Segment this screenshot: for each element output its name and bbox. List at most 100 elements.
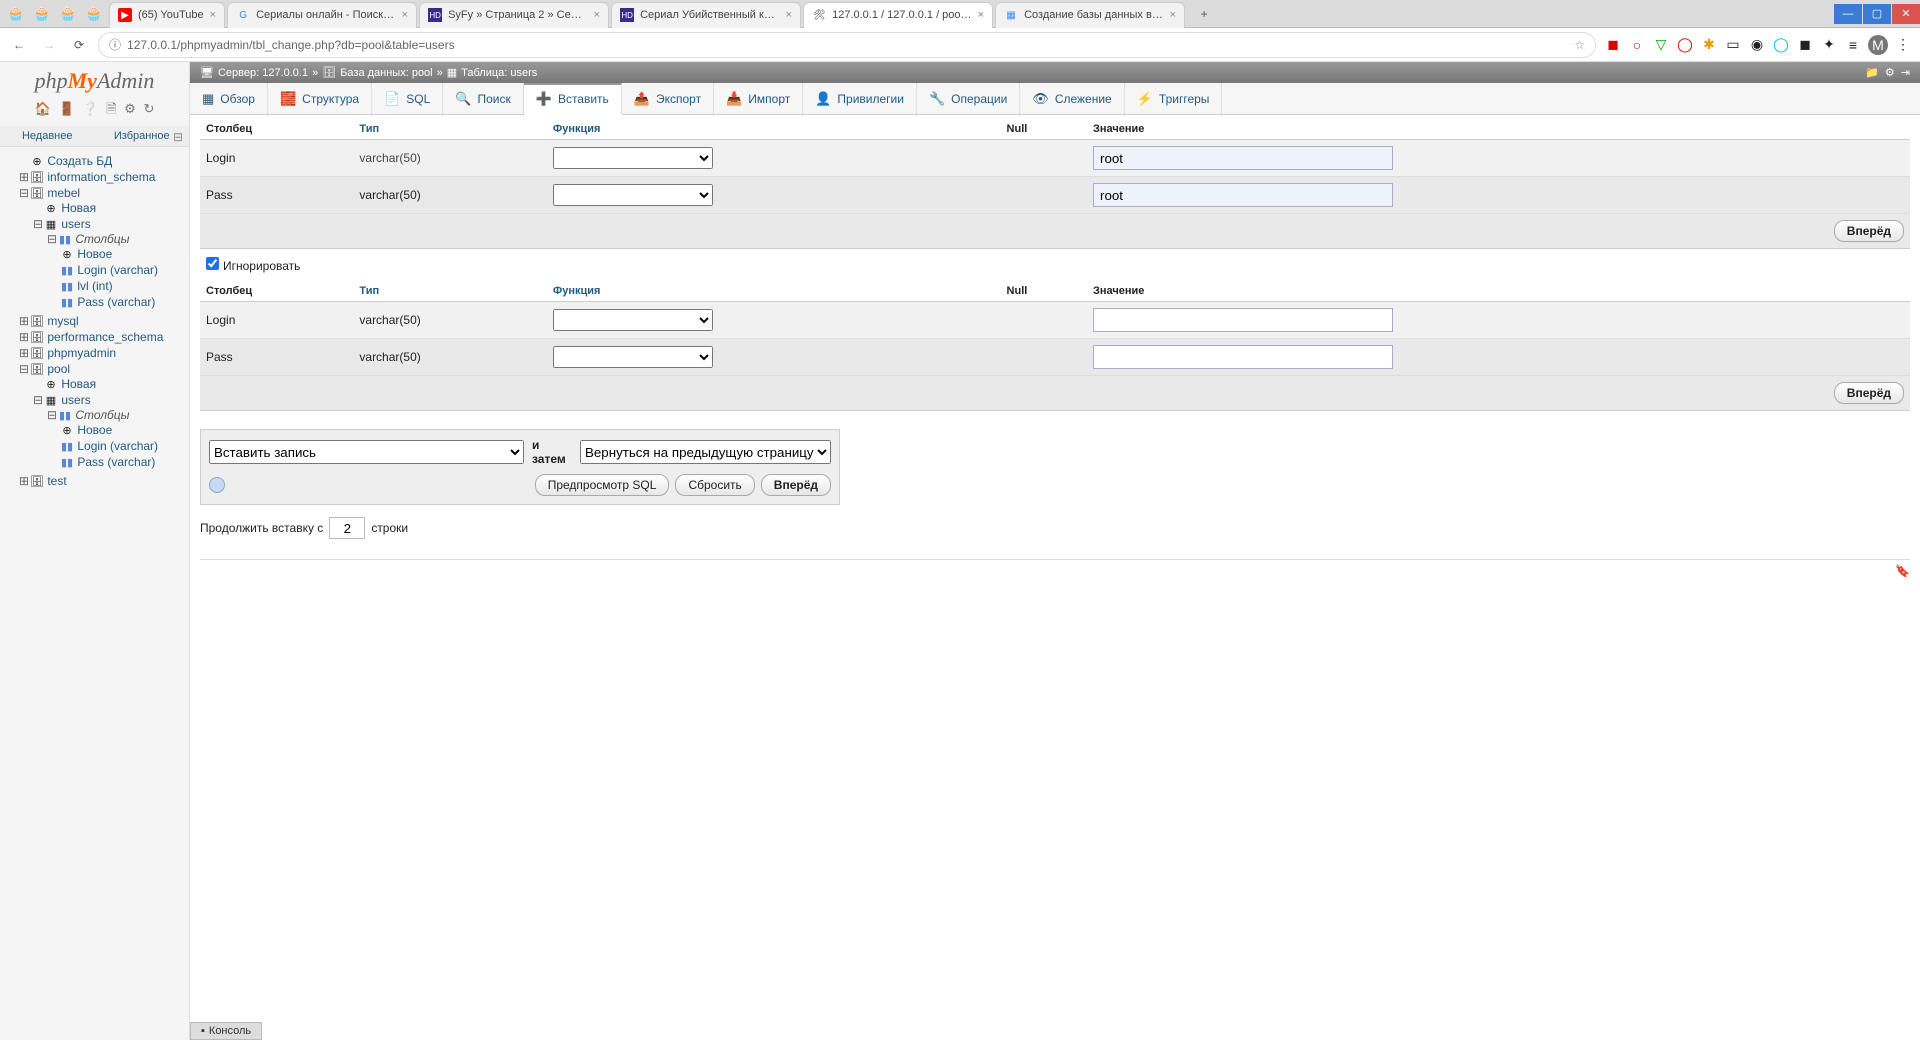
new-col-link[interactable]: Новое: [77, 247, 112, 261]
tab-structure[interactable]: 🧱Структура: [268, 83, 372, 114]
value-input[interactable]: [1093, 345, 1393, 369]
close-icon[interactable]: ×: [978, 9, 984, 21]
close-window-button[interactable]: ✕: [1892, 4, 1920, 24]
tab-import[interactable]: 📥Импорт: [714, 83, 803, 114]
docs-icon[interactable]: ❔: [82, 101, 98, 116]
col-link[interactable]: Login (varchar): [77, 263, 158, 277]
ext-icon[interactable]: ◼: [1604, 36, 1622, 54]
ext-icon[interactable]: ◯: [1676, 36, 1694, 54]
continue-count-input[interactable]: [329, 517, 365, 539]
table-link[interactable]: users: [61, 217, 90, 231]
col-link[interactable]: Login (varchar): [77, 439, 158, 453]
expand-icon[interactable]: ⊞: [18, 474, 30, 488]
expand-icon[interactable]: ⊞: [18, 330, 30, 344]
new-table-link[interactable]: Новая: [61, 201, 96, 215]
function-select[interactable]: [553, 184, 713, 206]
function-select[interactable]: [553, 346, 713, 368]
ext-icon[interactable]: ▽: [1652, 36, 1670, 54]
browser-tab[interactable]: ▶(65) YouTube×: [109, 2, 225, 28]
tab-recent[interactable]: Недавнее: [0, 126, 95, 146]
logout-icon[interactable]: 🚪: [58, 101, 74, 116]
forward-button[interactable]: →: [38, 34, 60, 56]
breadcrumb-db[interactable]: База данных: pool: [340, 67, 432, 79]
value-input[interactable]: [1093, 308, 1393, 332]
ext-icon[interactable]: ◼: [1796, 36, 1814, 54]
ext-icon[interactable]: ≡: [1844, 36, 1862, 54]
tab-tracking[interactable]: 👁Слежение: [1020, 83, 1124, 114]
ext-icon[interactable]: ◉: [1748, 36, 1766, 54]
browser-tab[interactable]: HDSyFy » Страница 2 » Сериалы о×: [419, 2, 609, 28]
columns-link[interactable]: Столбцы: [75, 408, 129, 422]
tab-triggers[interactable]: ⚡Триггеры: [1125, 83, 1223, 114]
star-icon[interactable]: 📁: [1865, 66, 1879, 79]
tab-export[interactable]: 📤Экспорт: [622, 83, 714, 114]
close-icon[interactable]: ×: [594, 9, 600, 21]
columns-link[interactable]: Столбцы: [75, 232, 129, 246]
avatar[interactable]: M: [1868, 35, 1888, 55]
exit-icon[interactable]: ⇥: [1901, 66, 1910, 79]
col-link[interactable]: lvl (int): [77, 279, 112, 293]
close-icon[interactable]: ×: [786, 9, 792, 21]
collapse-icon[interactable]: ⊟: [18, 186, 30, 200]
tab-privileges[interactable]: 👤Привилегии: [803, 83, 917, 114]
function-select[interactable]: [553, 147, 713, 169]
settings-icon[interactable]: ⚙: [124, 101, 136, 116]
expand-icon[interactable]: ⊞: [18, 314, 30, 328]
close-icon[interactable]: ×: [402, 9, 408, 21]
ext-icon[interactable]: ✱: [1700, 36, 1718, 54]
collapse-icon[interactable]: ⊟: [46, 408, 58, 422]
insert-mode-select[interactable]: Вставить запись: [209, 440, 524, 464]
tab-insert[interactable]: ➕Вставить: [524, 83, 622, 115]
collapse-icon[interactable]: ⊟: [173, 130, 183, 144]
tab-search[interactable]: 🔍Поиск: [443, 83, 523, 114]
db-link[interactable]: test: [47, 474, 66, 488]
console-toggle[interactable]: ▪ Консоль: [190, 1022, 262, 1040]
collapse-icon[interactable]: ⊟: [46, 232, 58, 246]
collapse-icon[interactable]: ⊟: [32, 393, 44, 407]
value-input[interactable]: [1093, 146, 1393, 170]
star-icon[interactable]: ☆: [1574, 38, 1585, 52]
db-link[interactable]: phpmyadmin: [47, 346, 116, 360]
ext-icon[interactable]: ▭: [1724, 36, 1742, 54]
minimize-button[interactable]: —: [1834, 4, 1862, 24]
reset-button[interactable]: Сбросить: [675, 474, 754, 496]
expand-icon[interactable]: ⊞: [18, 170, 30, 184]
db-link[interactable]: pool: [47, 362, 70, 376]
ignore-checkbox[interactable]: [206, 257, 219, 270]
reload-button[interactable]: ⟳: [68, 34, 90, 56]
browser-tab[interactable]: HDСериал Убийственный класс 1 с×: [611, 2, 801, 28]
sql-icon[interactable]: 🗎: [106, 101, 116, 116]
preview-sql-button[interactable]: Предпросмотр SQL: [535, 474, 670, 496]
reload-icon[interactable]: ↻: [143, 101, 154, 116]
tab-operations[interactable]: 🔧Операции: [917, 83, 1020, 114]
db-link[interactable]: mebel: [47, 186, 80, 200]
back-button[interactable]: ←: [8, 34, 30, 56]
db-link[interactable]: mysql: [47, 314, 78, 328]
breadcrumb-server[interactable]: Сервер: 127.0.0.1: [218, 67, 308, 79]
extensions-icon[interactable]: ✦: [1820, 36, 1838, 54]
gear-icon[interactable]: ⚙: [1885, 66, 1895, 79]
browser-tab[interactable]: GСериалы онлайн - Поиск в Goo×: [227, 2, 417, 28]
collapse-icon[interactable]: ⊟: [32, 217, 44, 231]
col-link[interactable]: Pass (varchar): [77, 295, 155, 309]
browser-tab[interactable]: ▦Создание базы данных в PHPM×: [995, 2, 1185, 28]
db-link[interactable]: information_schema: [47, 170, 155, 184]
ignore-label[interactable]: Игнорировать: [206, 259, 300, 273]
browser-tab-active[interactable]: 🛠127.0.0.1 / 127.0.0.1 / pool / users×: [803, 2, 993, 28]
new-col-link[interactable]: Новое: [77, 423, 112, 437]
db-link[interactable]: performance_schema: [47, 330, 163, 344]
table-link[interactable]: users: [61, 393, 90, 407]
ext-icon[interactable]: ○: [1628, 36, 1646, 54]
expand-icon[interactable]: ⊞: [18, 346, 30, 360]
go-button[interactable]: Вперёд: [1834, 382, 1904, 404]
breadcrumb-table[interactable]: Таблица: users: [461, 67, 537, 79]
collapse-icon[interactable]: ⊟: [18, 362, 30, 376]
menu-icon[interactable]: ⋮: [1894, 36, 1912, 54]
value-input[interactable]: [1093, 183, 1393, 207]
col-link[interactable]: Pass (varchar): [77, 455, 155, 469]
new-tab-button[interactable]: +: [1192, 2, 1216, 26]
go-button[interactable]: Вперёд: [1834, 220, 1904, 242]
tab-browse[interactable]: ▦Обзор: [190, 83, 268, 114]
ext-icon[interactable]: ◯: [1772, 36, 1790, 54]
help-icon[interactable]: [209, 477, 225, 493]
